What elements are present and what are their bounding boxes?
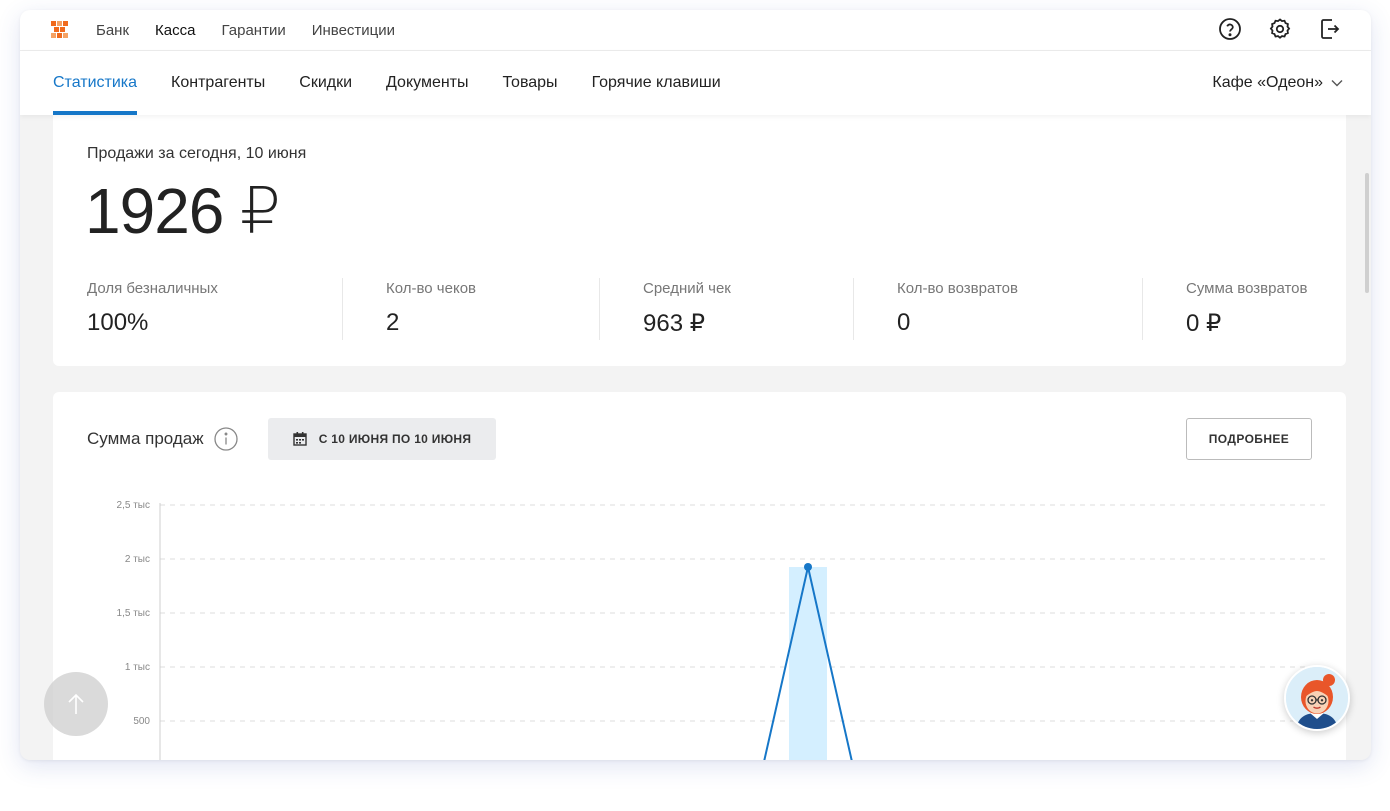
today-sales-amount: 1926 ₽	[85, 175, 281, 247]
stat-value: 0	[897, 309, 911, 336]
help-button[interactable]	[1217, 16, 1243, 42]
stat-returns-count: Кол-во возвратов 0	[897, 280, 1018, 342]
today-sales-title: Продажи за сегодня, 10 июня	[87, 145, 307, 162]
stat-average-receipt: Средний чек 963 ₽	[643, 280, 731, 342]
topnav-item-investments[interactable]: Инвестиции	[312, 22, 395, 39]
sales-line-chart: 2,5 тыс2 тыс1,5 тыс1 тыс5000	[117, 500, 1326, 760]
organization-selector[interactable]: Кафе «Одеон»	[1212, 51, 1343, 115]
stat-value: 2	[386, 309, 400, 336]
y-tick-label: 1 тыс	[125, 662, 150, 673]
date-range-button[interactable]: С 10 ИЮНЯ ПО 10 ИЮНЯ	[268, 418, 496, 460]
y-tick-label: 2,5 тыс	[117, 500, 150, 511]
date-range-label: С 10 ИЮНЯ ПО 10 ИЮНЯ	[318, 432, 472, 446]
highlight-bar	[789, 566, 827, 760]
tab-discounts[interactable]: Скидки	[299, 51, 352, 115]
stat-returns-sum: Сумма возвратов 0 ₽	[1186, 280, 1308, 342]
details-button[interactable]: ПОДРОБНЕЕ	[1186, 418, 1312, 460]
organization-name: Кафе «Одеон»	[1212, 74, 1323, 91]
stat-label: Средний чек	[643, 280, 731, 297]
stat-value: 100%	[87, 309, 149, 336]
help-circle-icon	[1219, 18, 1241, 40]
divider	[853, 278, 854, 340]
sales-sum-title: Сумма продаж	[87, 429, 204, 448]
stat-label: Доля безналичных	[87, 280, 218, 297]
stat-label: Кол-во чеков	[386, 280, 477, 297]
tab-statistics[interactable]: Статистика	[53, 51, 138, 115]
top-navigation-bar: Банк Касса Гарантии Инвестиции	[20, 10, 1371, 51]
stat-label: Кол-во возвратов	[897, 280, 1018, 297]
section-tabs-bar: Статистика Контрагенты Скидки Документы …	[20, 51, 1371, 115]
app-window: Банк Касса Гарантии Инвестиции Статистик…	[20, 10, 1371, 760]
settings-button[interactable]	[1267, 16, 1293, 42]
topnav-item-guarantees[interactable]: Гарантии	[221, 22, 285, 39]
logout-button[interactable]	[1317, 16, 1343, 42]
logo-icon[interactable]	[51, 21, 68, 38]
assistant-avatar-icon	[1286, 667, 1348, 729]
divider	[599, 278, 600, 340]
stat-receipts-count: Кол-во чеков 2	[386, 280, 476, 342]
section-tabs: Статистика Контрагенты Скидки Документы …	[53, 51, 721, 115]
stat-value: 0 ₽	[1186, 310, 1222, 337]
stat-value: 963 ₽	[643, 310, 705, 337]
product-switcher: Банк Касса Гарантии Инвестиции	[96, 22, 395, 39]
arrow-up-icon	[68, 693, 84, 714]
scrollbar-thumb[interactable]	[1365, 173, 1369, 293]
topnav-item-kassa[interactable]: Касса	[155, 22, 195, 39]
y-tick-label: 500	[133, 716, 150, 727]
tab-products[interactable]: Товары	[503, 51, 558, 115]
logout-icon	[1321, 19, 1340, 39]
topnav-item-bank[interactable]: Банк	[96, 22, 129, 39]
calendar-icon	[293, 432, 307, 446]
info-icon[interactable]	[213, 427, 238, 451]
gear-icon	[1269, 18, 1291, 39]
stat-cashless-share: Доля безналичных 100%	[87, 280, 218, 342]
scroll-to-top-button[interactable]	[44, 672, 108, 736]
chevron-down-icon	[1331, 80, 1343, 87]
data-point	[804, 562, 812, 571]
divider	[342, 278, 343, 340]
tab-hotkeys[interactable]: Горячие клавиши	[592, 51, 721, 115]
stat-label: Сумма возвратов	[1186, 280, 1308, 297]
y-tick-label: 2 тыс	[125, 554, 150, 565]
divider	[1142, 278, 1143, 340]
sales-sum-card: Сумма продаж С 10 ИЮНЯ ПО 10 ИЮНЯ ПОДРОБ…	[53, 392, 1346, 760]
support-assistant-button[interactable]	[1284, 665, 1350, 731]
sales-sum-header: Сумма продаж	[87, 427, 238, 451]
top-actions	[1217, 16, 1343, 42]
y-tick-label: 1,5 тыс	[117, 608, 150, 619]
today-sales-card: Продажи за сегодня, 10 июня 1926 ₽ Доля …	[53, 105, 1346, 366]
tab-counterparties[interactable]: Контрагенты	[171, 51, 265, 115]
tab-documents[interactable]: Документы	[386, 51, 468, 115]
